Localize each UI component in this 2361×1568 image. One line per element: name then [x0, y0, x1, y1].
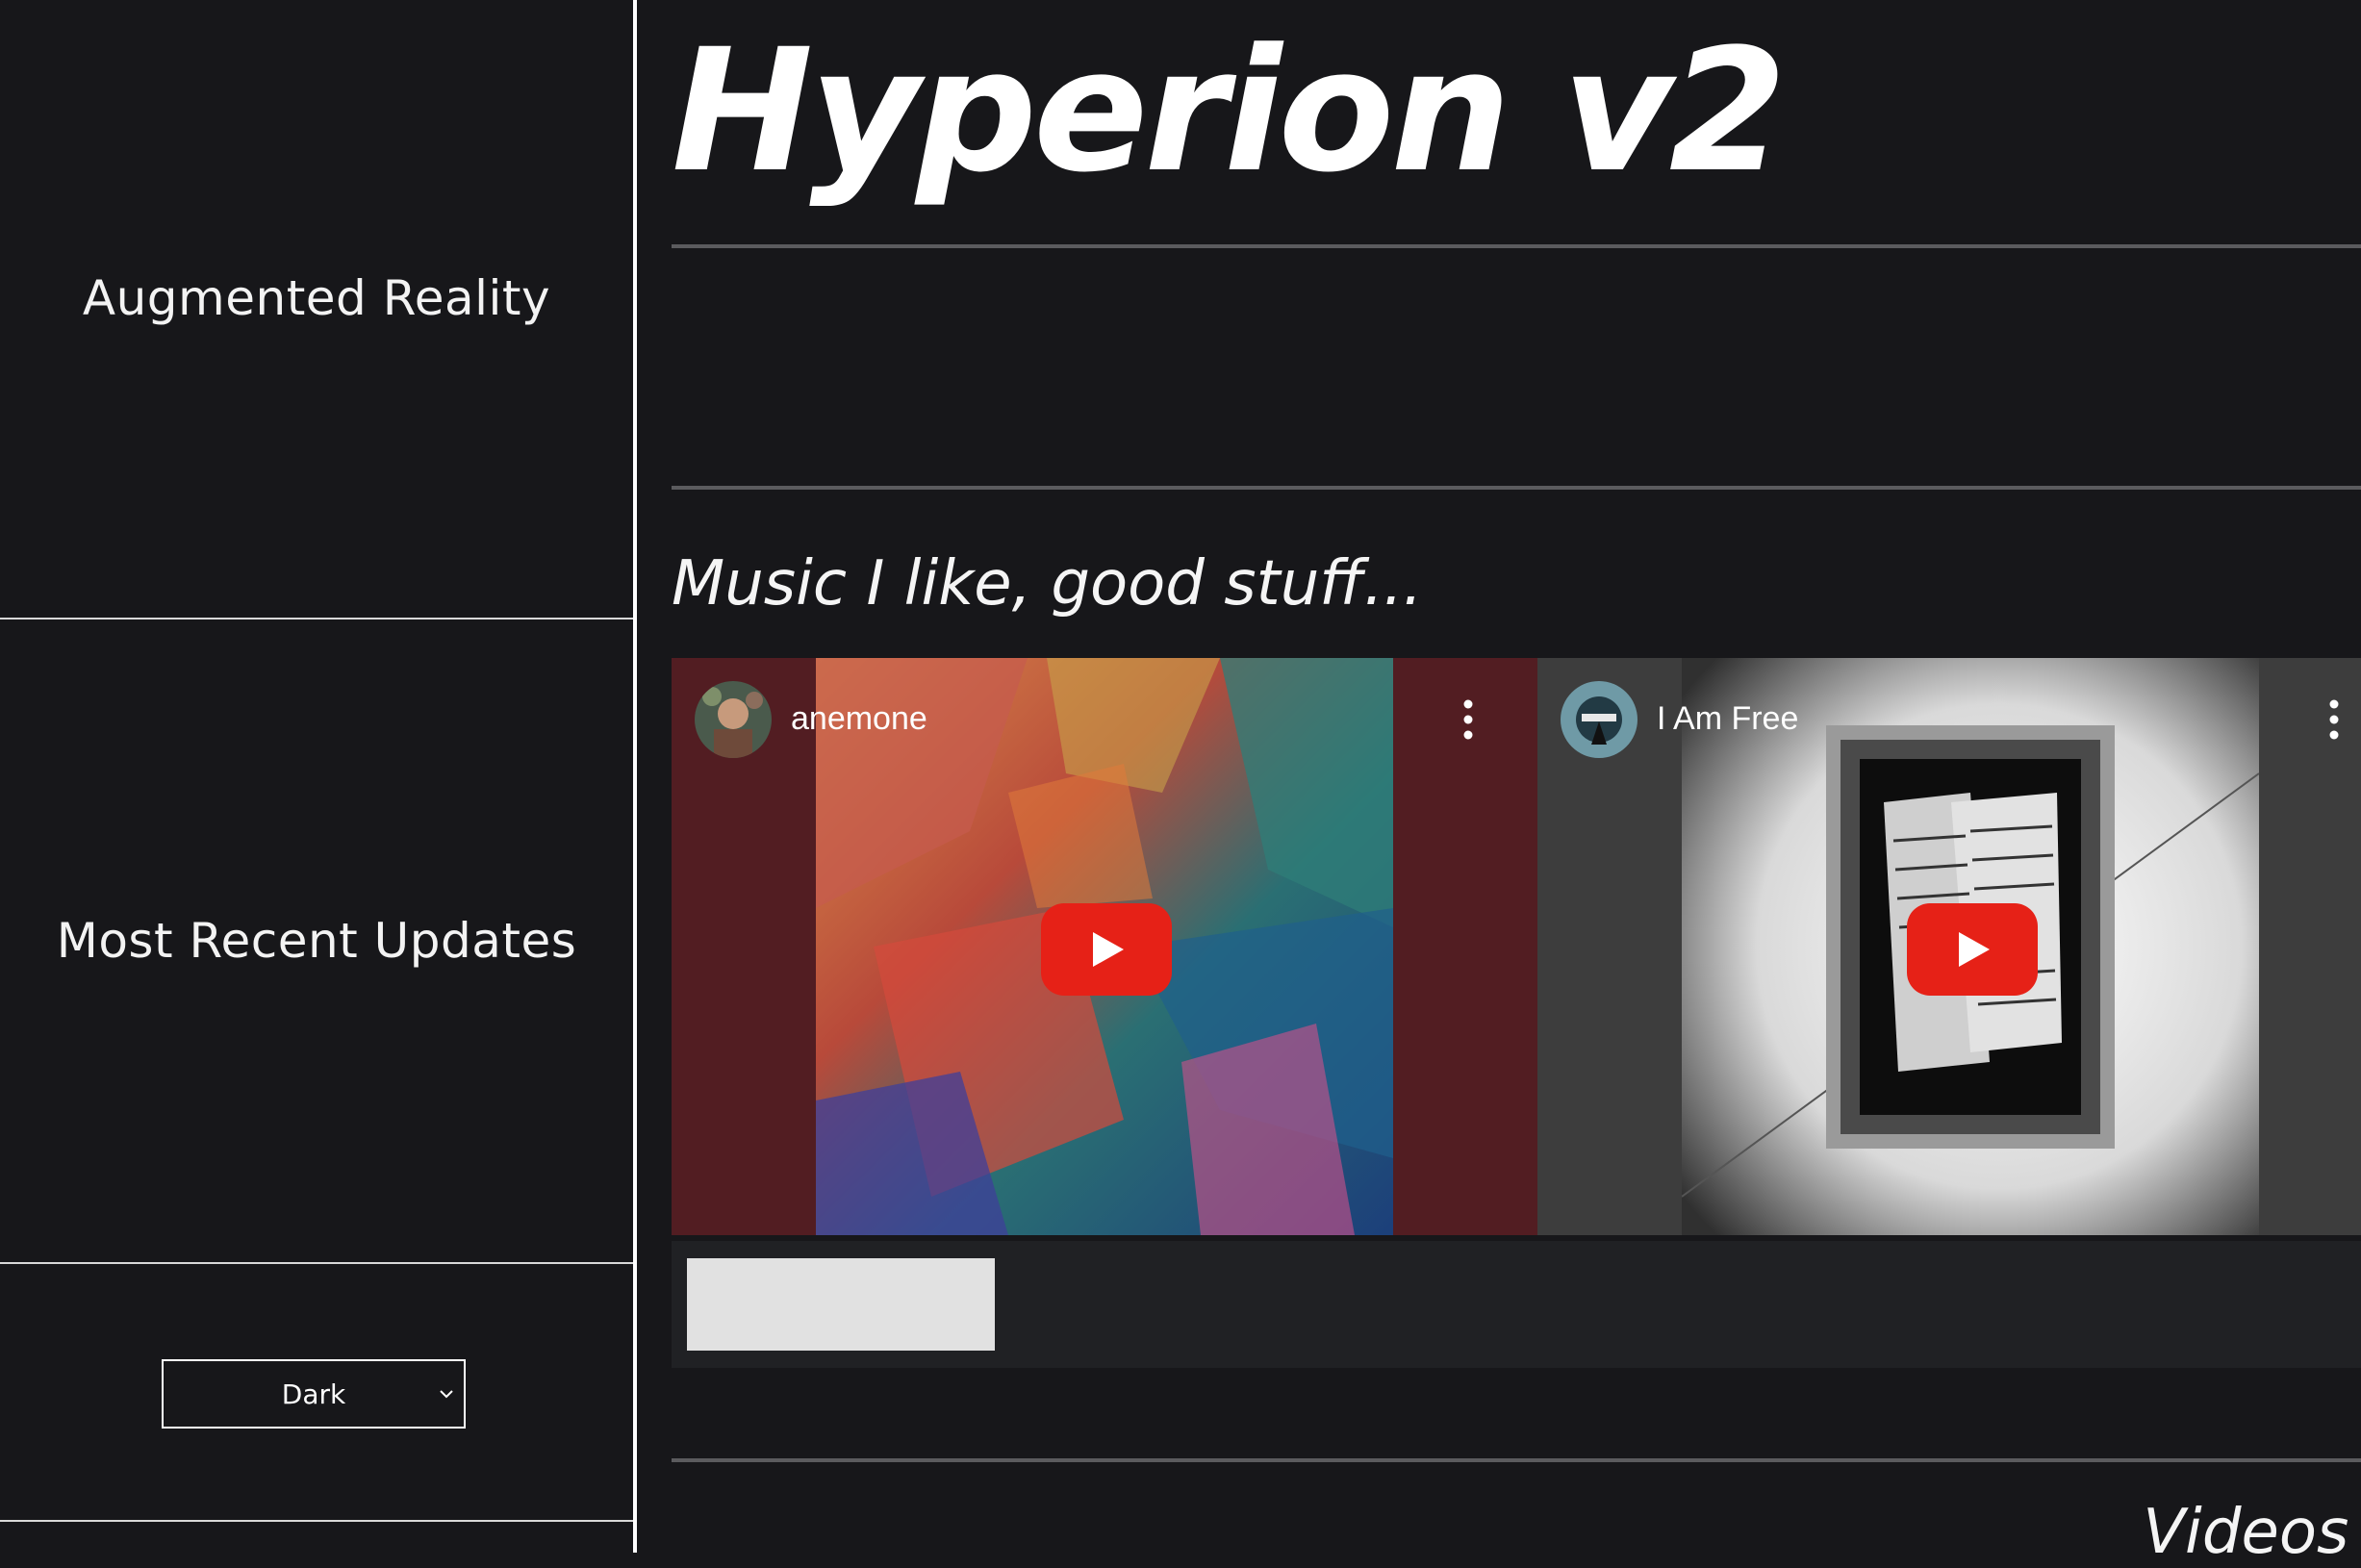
sidebar-item-most-recent-updates[interactable]: Most Recent Updates — [0, 620, 633, 1262]
videos-section-heading: Videos w — [2143, 1497, 2361, 1568]
more-options-icon[interactable] — [2315, 693, 2353, 746]
section-divider — [672, 244, 2361, 248]
video-title[interactable]: anemone — [791, 700, 927, 738]
main-content: Hyperion v2 Music I like, good stuff... — [641, 0, 2361, 1568]
carousel-control-button[interactable] — [687, 1258, 995, 1351]
chevron-down-icon — [440, 1390, 453, 1399]
video-embed-anemone[interactable]: anemone — [672, 658, 1537, 1235]
section-divider — [672, 486, 2361, 490]
music-carousel: anemone I Am Free — [672, 658, 2361, 1235]
channel-avatar[interactable] — [695, 681, 772, 758]
theme-select[interactable]: Dark — [162, 1359, 466, 1429]
video-embed-i-am-free[interactable]: I Am Free — [1537, 658, 2361, 1235]
sidebar-divider — [0, 1262, 633, 1264]
more-options-icon[interactable] — [1449, 693, 1487, 746]
carousel-controls — [672, 1241, 2361, 1368]
sidebar-item-augmented-reality[interactable]: Augmented Reality — [0, 0, 633, 596]
avatar-image — [1561, 681, 1637, 758]
channel-avatar[interactable] — [1561, 681, 1637, 758]
sidebar-item-label: Augmented Reality — [82, 270, 551, 326]
page-title: Hyperion v2 — [672, 13, 1787, 210]
avatar-image — [695, 681, 772, 758]
sidebar: Augmented Reality Most Recent Updates Da… — [0, 0, 637, 1553]
sidebar-item-label: Most Recent Updates — [56, 913, 577, 969]
youtube-play-icon[interactable] — [1907, 903, 2038, 996]
video-title[interactable]: I Am Free — [1657, 700, 1798, 738]
sidebar-divider — [0, 1520, 633, 1522]
theme-select-value: Dark — [281, 1378, 346, 1410]
youtube-play-icon[interactable] — [1041, 903, 1172, 996]
section-divider — [672, 1458, 2361, 1462]
music-section-heading: Music I like, good stuff... — [672, 548, 1423, 620]
